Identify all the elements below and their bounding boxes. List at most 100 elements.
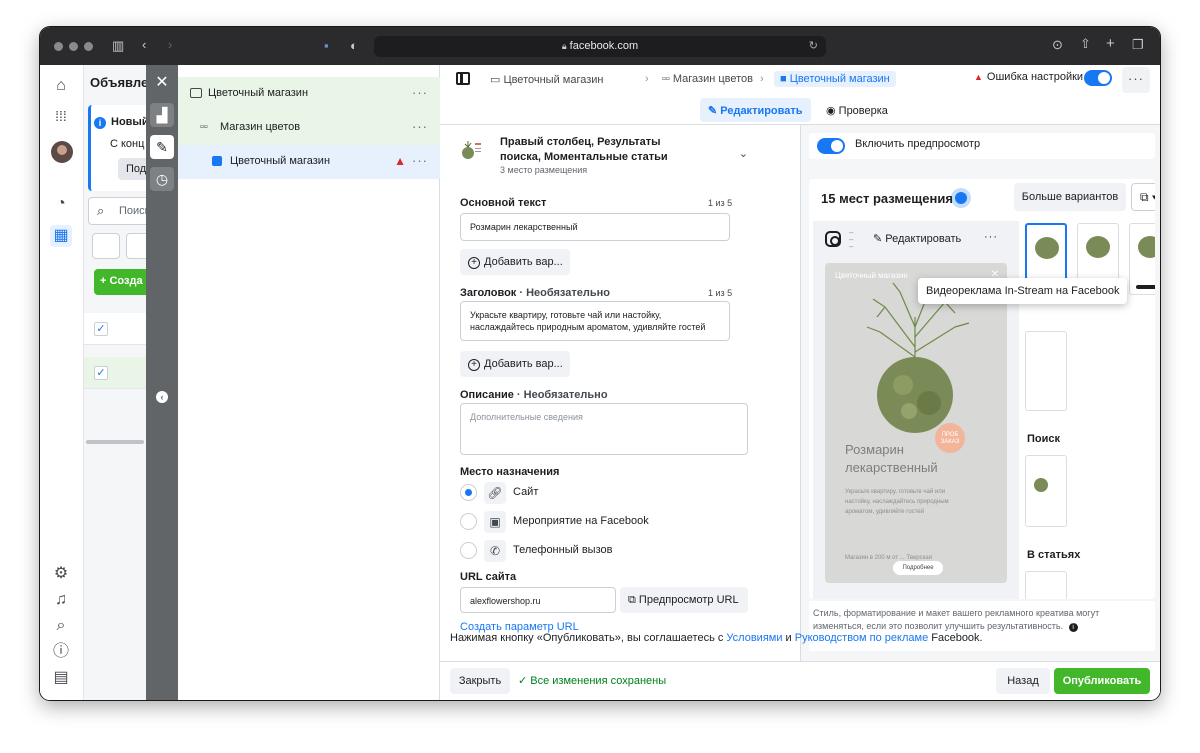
more-options-button[interactable]: ··· (1122, 67, 1150, 93)
close-traffic-light[interactable] (54, 42, 63, 51)
terms-link[interactable]: Условиями (726, 632, 782, 644)
all-tools-icon[interactable]: ⁞⁞⁞ (50, 105, 72, 127)
more-icon[interactable]: ··· (412, 153, 428, 168)
reports-icon[interactable]: ▤ (50, 667, 72, 689)
headline-optional: · Необязательно (516, 287, 610, 299)
tab-review[interactable]: ◉ Проверка (818, 98, 896, 122)
tab-edit[interactable]: ✎ Редактировать (700, 98, 811, 122)
description-label: Описание · Необязательно (460, 389, 608, 401)
more-icon[interactable]: ··· (412, 119, 428, 134)
url-bar[interactable]: 🔒︎ facebook.com ↻ (374, 36, 826, 57)
editor-footer: Нажимая кнопку «Опубликовать», вы соглаш… (440, 632, 1160, 700)
primary-text-label: Основной текст (460, 197, 547, 209)
download-icon[interactable]: ⊙ (1052, 38, 1063, 52)
breadcrumb-campaign[interactable]: ▭ Цветочный магазин (490, 73, 603, 86)
tree-item-ad[interactable]: Цветочный магазин ▲ ··· (178, 145, 440, 179)
preview-note-text: Стиль, форматирование и макет вашего рек… (813, 608, 1100, 631)
back-icon[interactable]: ‹ (142, 38, 146, 52)
ad-guidelines-link[interactable]: Руководством по рекламе (795, 632, 928, 644)
setup-error-status[interactable]: ▲ Ошибка настройки (974, 71, 1083, 83)
placement-thumbnail[interactable] (1025, 571, 1067, 599)
publish-button[interactable]: Опубликовать (1054, 668, 1150, 694)
help-icon[interactable]: ⓘ (50, 641, 72, 663)
ad-editor: ▭ Цветочный магазин › ▫▫ Магазин цветов … (440, 65, 1160, 700)
tab-adsets[interactable] (126, 233, 146, 259)
row-checkbox[interactable]: ✓ (94, 366, 108, 380)
primary-text-field[interactable]: Розмарин лекарственный (460, 213, 730, 241)
more-icon[interactable]: ··· (412, 85, 428, 100)
add-variant-button[interactable]: + Добавить вар... (460, 249, 570, 275)
breadcrumb-adset[interactable]: ▫▫ Магазин цветов (662, 73, 753, 85)
info-icon[interactable]: i (1068, 623, 1078, 632)
search-icon[interactable]: ⌕ (50, 615, 72, 637)
tabs-overview-icon[interactable]: ❐ (1132, 38, 1144, 52)
placement-thumbnail[interactable] (1129, 223, 1155, 295)
search-input[interactable]: ⌕ Поиск (88, 197, 146, 225)
primary-text-counter: 1 из 5 (708, 198, 733, 208)
minimize-traffic-light[interactable] (69, 42, 78, 51)
placement-selector[interactable]: Правый столбец, Результаты поиска, Момен… (460, 133, 750, 175)
preview-edit-button[interactable]: ✎ Редактировать (865, 225, 973, 251)
dashboard-icon[interactable]: ◔ (50, 193, 72, 215)
shield-icon[interactable]: ◐ (350, 39, 358, 53)
create-button[interactable]: + Созда (94, 269, 146, 295)
tree-item-campaign[interactable]: Цветочный магазин ··· (178, 77, 440, 111)
website-url-field[interactable]: alexflowershop.ru (460, 587, 616, 613)
horizontal-scrollbar[interactable] (86, 440, 144, 444)
avatar[interactable] (51, 141, 73, 163)
pencil-icon[interactable]: ✎ (150, 135, 174, 159)
background-ads-manager: Объявле i Новый С конц Под ⌕ Поиск + Соз… (84, 65, 146, 700)
legal-text: Нажимая кнопку «Опубликовать», вы соглаш… (450, 632, 983, 644)
row-checkbox[interactable]: ✓ (94, 322, 108, 336)
tree-item-adset[interactable]: ▫▫ Магазин цветов ··· (178, 111, 440, 145)
tab-icon[interactable]: ▪ (324, 39, 329, 53)
breadcrumb-label: Цветочный магазин (789, 73, 890, 85)
close-icon[interactable]: ✕ (150, 71, 174, 95)
ad-status-toggle[interactable] (1084, 70, 1112, 86)
chevron-down-icon: ⌄ (738, 148, 748, 160)
more-icon[interactable]: ··· (977, 225, 1005, 251)
description-field[interactable]: Дополнительные сведения (460, 403, 748, 455)
back-button[interactable]: Назад (996, 668, 1050, 694)
panel-toggle-icon[interactable] (456, 72, 470, 85)
notice-button[interactable]: Под (118, 158, 146, 180)
add-variant-label: Добавить вар... (484, 358, 563, 370)
reload-icon[interactable]: ↻ (809, 36, 818, 57)
external-link-icon[interactable]: ⧉ ▾ (1131, 183, 1155, 211)
breadcrumb-label: Цветочный магазин (503, 74, 604, 86)
url-preview-button[interactable]: ⧉ Предпросмотр URL (620, 587, 748, 613)
table-row[interactable]: ✓ (84, 313, 146, 345)
ads-table-icon[interactable]: ▦ (50, 225, 72, 247)
description-label-text: Описание (460, 389, 514, 401)
sidebar-icon[interactable]: ▥ (112, 39, 124, 53)
add-variant-button[interactable]: + Добавить вар... (460, 351, 570, 377)
home-icon[interactable]: ⌂ (50, 75, 72, 97)
tree-item-label: Цветочный магазин (208, 87, 309, 99)
forward-icon[interactable]: › (168, 38, 172, 52)
table-row[interactable]: ✓ (84, 357, 146, 389)
headline-field[interactable]: Украсьте квартиру, готовьте чай или наст… (460, 301, 730, 341)
info-icon: i (94, 117, 106, 129)
zoom-traffic-light[interactable] (84, 42, 93, 51)
new-tab-icon[interactable]: + (1106, 36, 1115, 51)
destination-radio-website[interactable] (460, 484, 477, 501)
legal-prefix: Нажимая кнопку «Опубликовать», вы соглаш… (450, 632, 727, 644)
chart-icon[interactable]: ▟ (150, 103, 174, 127)
destination-radio-phone[interactable] (460, 542, 477, 559)
destination-radio-event[interactable] (460, 513, 477, 530)
clock-icon[interactable]: ◷ (150, 167, 174, 191)
settings-icon[interactable]: ⚙ (50, 563, 72, 585)
placement-thumbnail[interactable] (1025, 331, 1067, 411)
placement-title: Правый столбец, Результаты поиска, Момен… (500, 136, 668, 163)
phone-icon: ✆ (484, 540, 506, 562)
description-optional: · Необязательно (513, 389, 608, 401)
breadcrumb-ad[interactable]: ■ Цветочный магазин (774, 71, 896, 87)
preview-toggle[interactable] (817, 138, 845, 154)
placement-thumbnail[interactable] (1025, 455, 1067, 527)
bell-icon[interactable]: ♫ (50, 589, 72, 611)
share-icon[interactable]: ⇧ (1080, 37, 1091, 51)
collapse-icon[interactable]: ‹ (156, 391, 168, 403)
tab-campaigns[interactable] (92, 233, 120, 259)
more-options-button[interactable]: Больше вариантов (1014, 183, 1126, 211)
close-button[interactable]: Закрыть (450, 668, 510, 694)
